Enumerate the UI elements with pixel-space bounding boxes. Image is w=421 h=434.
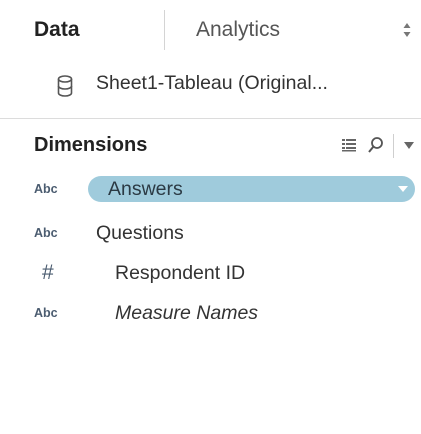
section-divider: [0, 118, 421, 119]
data-source-name: Sheet1-Tableau (Original...: [96, 72, 328, 94]
field-type-string: Abc: [34, 182, 58, 196]
header-divider: [393, 134, 394, 158]
sort-arrows-icon[interactable]: [403, 22, 411, 38]
field-type-string: Abc: [34, 226, 58, 240]
field-label: Questions: [96, 222, 184, 244]
list-view-icon[interactable]: [342, 138, 356, 152]
tab-divider: [164, 10, 165, 50]
dimensions-header: Dimensions: [0, 126, 421, 166]
pane-tab-strip: Data Analytics: [0, 0, 421, 60]
field-row-respondent-id[interactable]: # Respondent ID: [0, 256, 421, 290]
field-label: Answers: [108, 178, 183, 200]
field-row-measure-names[interactable]: Abc Measure Names: [0, 296, 421, 330]
chevron-down-icon[interactable]: [398, 186, 408, 192]
field-row-questions[interactable]: Abc Questions: [0, 216, 421, 250]
field-type-string: Abc: [34, 306, 58, 320]
data-pane: Data Analytics Sheet1-Tableau (Original.…: [0, 0, 421, 434]
tab-data[interactable]: Data: [34, 0, 80, 60]
database-icon: [57, 75, 73, 97]
dropdown-menu-icon[interactable]: [404, 142, 414, 150]
search-icon[interactable]: [368, 136, 384, 154]
field-type-number: #: [42, 261, 54, 284]
field-label: Measure Names: [115, 302, 259, 324]
tab-analytics[interactable]: Analytics: [196, 0, 280, 60]
data-source-row[interactable]: Sheet1-Tableau (Original...: [0, 66, 421, 110]
field-row-answers[interactable]: Abc Answers: [0, 172, 421, 206]
dimensions-title: Dimensions: [34, 134, 148, 156]
field-label: Respondent ID: [115, 262, 246, 284]
